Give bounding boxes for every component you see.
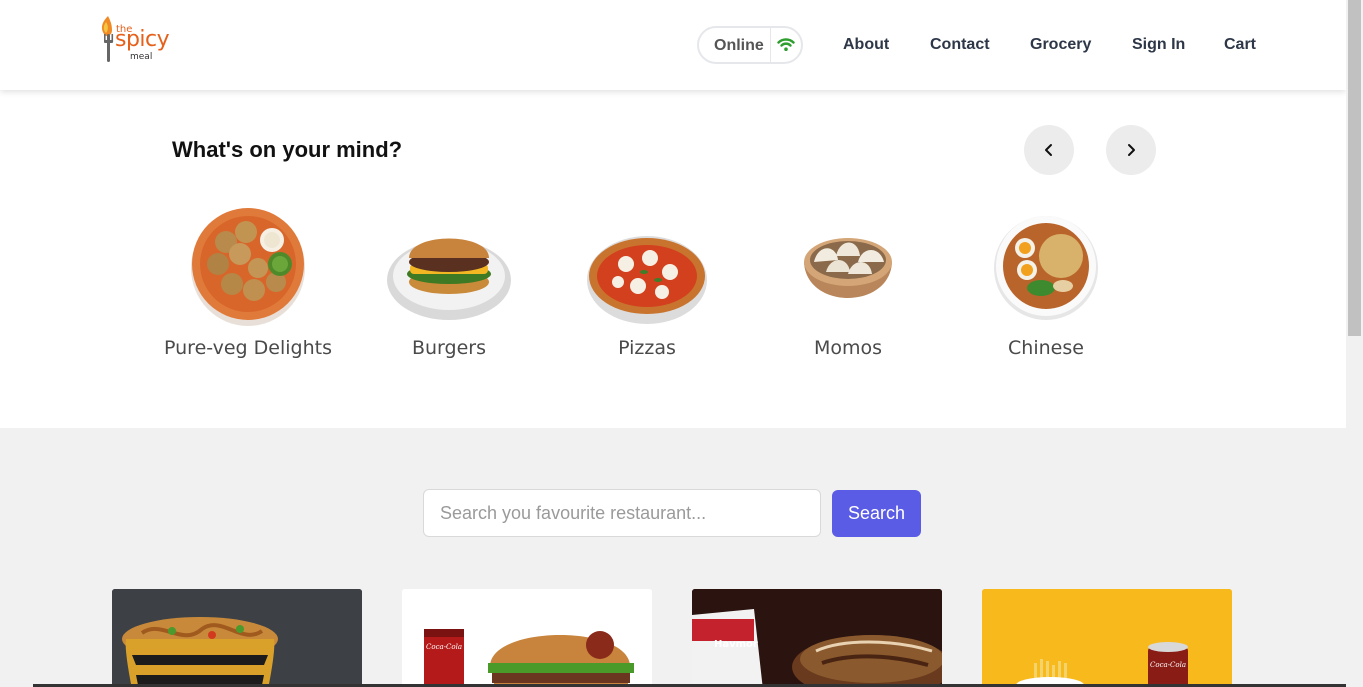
category-label: Pure-veg Delights <box>164 337 332 359</box>
category-burgers[interactable]: Burgers <box>364 202 534 359</box>
pure-veg-dish-image <box>191 208 305 326</box>
section-title: What's on your mind? <box>172 137 403 162</box>
status-divider <box>770 28 771 62</box>
vertical-scrollbar[interactable] <box>1346 0 1363 687</box>
burger-cola-photo <box>402 589 652 687</box>
wifi-icon <box>777 38 795 51</box>
nav-link-grocery[interactable]: Grocery <box>1030 36 1091 54</box>
category-label: Pizzas <box>618 337 676 359</box>
category-label: Burgers <box>411 337 486 359</box>
nav-link-sign-in[interactable]: Sign In <box>1132 36 1185 54</box>
noodles-image <box>994 216 1098 320</box>
search-button[interactable]: Search <box>832 490 921 537</box>
fries-cola-yellow-photo <box>982 589 1232 687</box>
pizza-image <box>587 236 707 324</box>
chevron-right-icon <box>1128 144 1135 156</box>
browser-viewport: the spicy meal Online About Contact Groc… <box>0 0 1363 687</box>
category-label: Chinese <box>1008 337 1084 359</box>
chevron-left-icon <box>1045 144 1052 156</box>
category-chinese[interactable]: Chinese <box>961 202 1131 359</box>
search-input[interactable] <box>423 489 821 537</box>
scrollbar-thumb[interactable] <box>1348 0 1361 336</box>
havmor-logo: Havmor <box>714 639 758 650</box>
page: the spicy meal Online About Contact Groc… <box>0 0 1346 687</box>
restaurant-card[interactable] <box>112 589 362 687</box>
category-pizzas[interactable]: Pizzas <box>562 202 732 359</box>
online-status-label: Online <box>714 37 764 54</box>
restaurant-card[interactable]: Coca-Cola <box>402 589 652 687</box>
nav-link-about[interactable]: About <box>843 36 889 54</box>
burger-image <box>387 238 511 320</box>
nav-link-cart[interactable]: Cart <box>1224 36 1256 54</box>
ice-cream-cake-photo <box>692 589 942 687</box>
cola-logo: Coca-Cola <box>1150 661 1187 669</box>
carousel-prev-button[interactable] <box>1024 125 1074 175</box>
logo[interactable]: the spicy meal <box>94 14 170 66</box>
carousel-next-button[interactable] <box>1106 125 1156 175</box>
restaurant-card[interactable]: Coca-Cola <box>982 589 1232 687</box>
online-status: Online <box>697 26 803 64</box>
cola-logo: Coca-Cola <box>426 643 463 651</box>
logo-text-spicy: spicy <box>115 27 170 52</box>
noodles-bowl-photo <box>112 589 362 687</box>
site-header: the spicy meal Online About Contact Groc… <box>0 0 1346 90</box>
category-label: Momos <box>813 337 883 359</box>
logo-text-meal: meal <box>130 52 153 62</box>
momos-image <box>804 238 892 298</box>
category-pure-veg[interactable]: Pure-veg Delights <box>163 202 333 359</box>
category-momos[interactable]: Momos <box>763 202 933 359</box>
nav-link-contact[interactable]: Contact <box>930 36 990 54</box>
restaurants-section: Search you favourite restaurant... Searc… <box>0 428 1346 687</box>
restaurant-card[interactable]: Havmor <box>692 589 942 687</box>
